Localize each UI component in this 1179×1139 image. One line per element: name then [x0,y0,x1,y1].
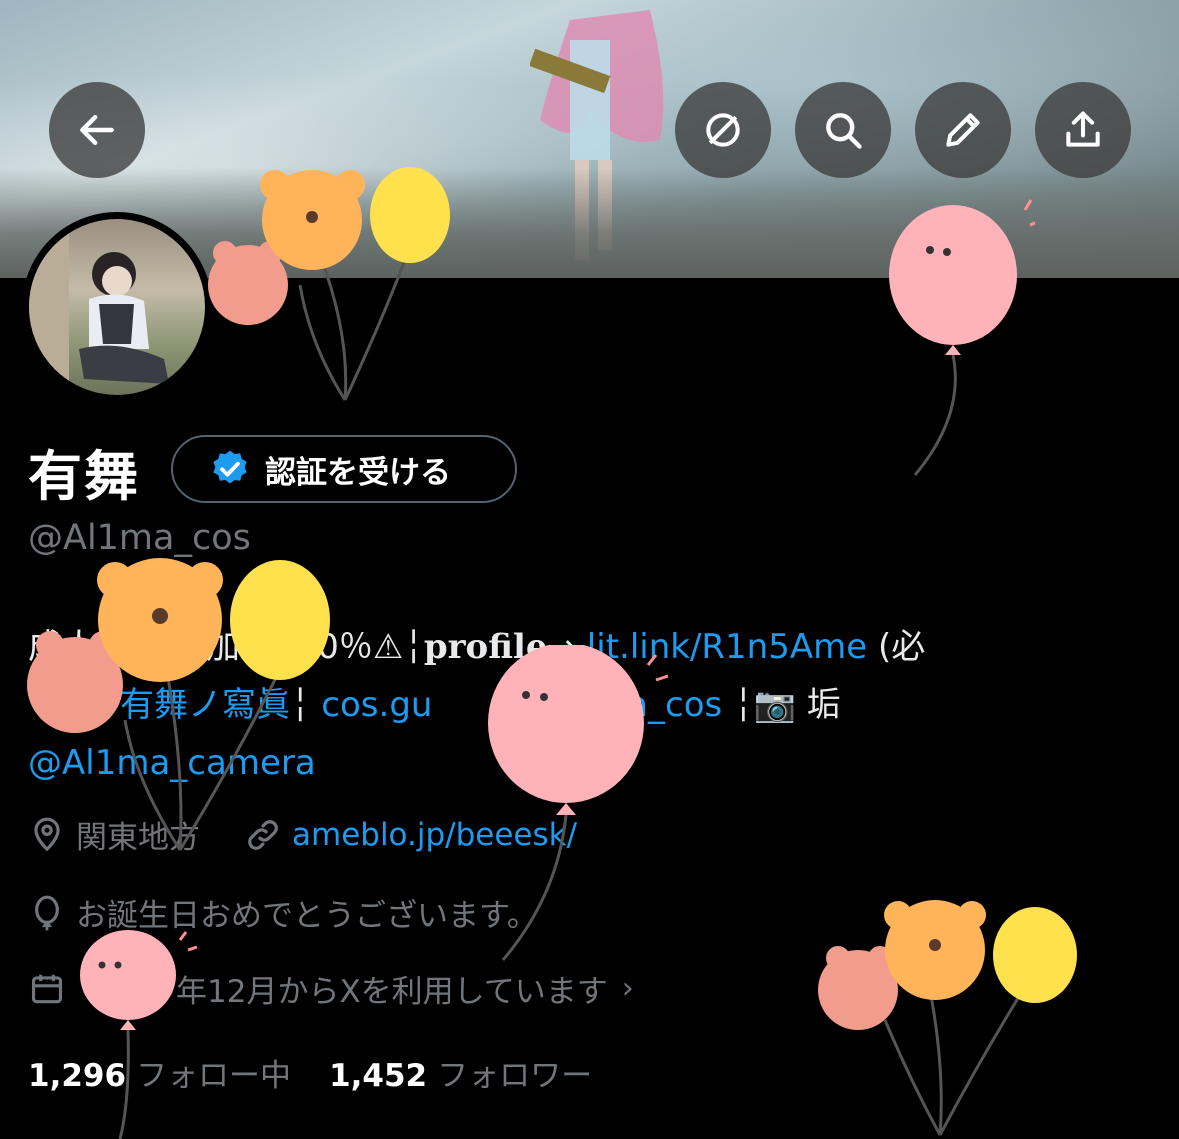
search-icon [826,113,862,149]
bio-line-3: @Al1ma_camera [28,734,1158,792]
grok-button[interactable] [675,82,771,178]
search-button[interactable] [795,82,891,178]
bio-link-cosgu-tail[interactable]: 1ma_cos [572,685,722,725]
bio-arrow: ⇢ [547,627,587,667]
joined-text: 年12月からXを利用しています [176,974,608,1010]
followers-label: フォロワー [437,1058,593,1094]
edit-button[interactable] [915,82,1011,178]
balloon-icon [35,895,59,930]
bio-link-litlink[interactable]: lit.link/R1n5Ame [587,627,867,667]
profile-bio: 成人 加工100％⚠︎╎profile⇢ lit.link/R1n5Ame (必 … [28,618,1158,792]
avatar-image [29,219,205,395]
birthday-text: お誕生日おめでとうございます。 [76,898,538,934]
following-count: 1,296 [28,1058,127,1094]
follow-counts: 1,296 フォロー中 1,452 フォロワー [28,1050,630,1095]
arrow-left-icon [80,114,114,146]
display-name: 有舞 [28,445,140,508]
chevron-right-icon: › [621,971,634,1006]
bio-line-1: 成人 加工100％⚠︎╎profile⇢ lit.link/R1n5Ame (必 [28,618,1158,676]
bear-balloon-sticker-corner [818,900,1077,1136]
followers-link[interactable]: 1,452 フォロワー [329,1050,592,1095]
following-link[interactable]: 1,296 フォロー中 [28,1050,291,1095]
user-handle: @Al1ma_cos [28,518,251,558]
bio-mention-link[interactable]: @Al1ma_camera [28,743,316,783]
bio-separator: ╎ [290,685,311,725]
following-label: フォロー中 [136,1058,292,1094]
get-verified-label: 認証を受ける [265,454,451,491]
avatar[interactable] [22,212,212,402]
bio-text: 加工100％⚠︎╎ [206,627,424,667]
get-verified-button[interactable]: 認証を受ける [171,435,517,503]
bio-hashtag-link[interactable]: 有舞ノ寫眞 [120,685,290,725]
verified-badge-icon [213,450,247,484]
joined-row[interactable]: 年12月からXを利用しています › [28,966,634,1011]
location-row: 関東地方 ameblo.jp/beeesk/ [28,812,577,857]
back-button[interactable] [49,82,145,178]
circle-slash-icon [706,113,740,147]
bio-profile-label: profile [423,627,548,667]
followers-count: 1,452 [329,1058,428,1094]
bio-text: ╎📷 垢 [733,685,841,725]
bio-line-2: 有舞ノ寫眞╎ cos.gu 1ma_cos ╎📷 垢 [28,676,1158,734]
bio-text: (必 [867,627,926,667]
birthday-row: お誕生日おめでとうございます。 [28,890,538,935]
share-icon [1066,111,1100,147]
bio-link-cosgu[interactable]: cos.gu [321,685,432,725]
location-pin-icon [34,817,60,851]
share-button[interactable] [1035,82,1131,178]
pencil-icon [946,113,980,147]
pink-balloon-sticker-small [80,930,198,1139]
link-icon [248,819,278,850]
location-text: 関東地方 [76,820,200,856]
website-link[interactable]: ameblo.jp/beeesk/ [292,817,577,853]
bio-text: 成人 [28,627,96,667]
calendar-icon [31,974,63,1003]
